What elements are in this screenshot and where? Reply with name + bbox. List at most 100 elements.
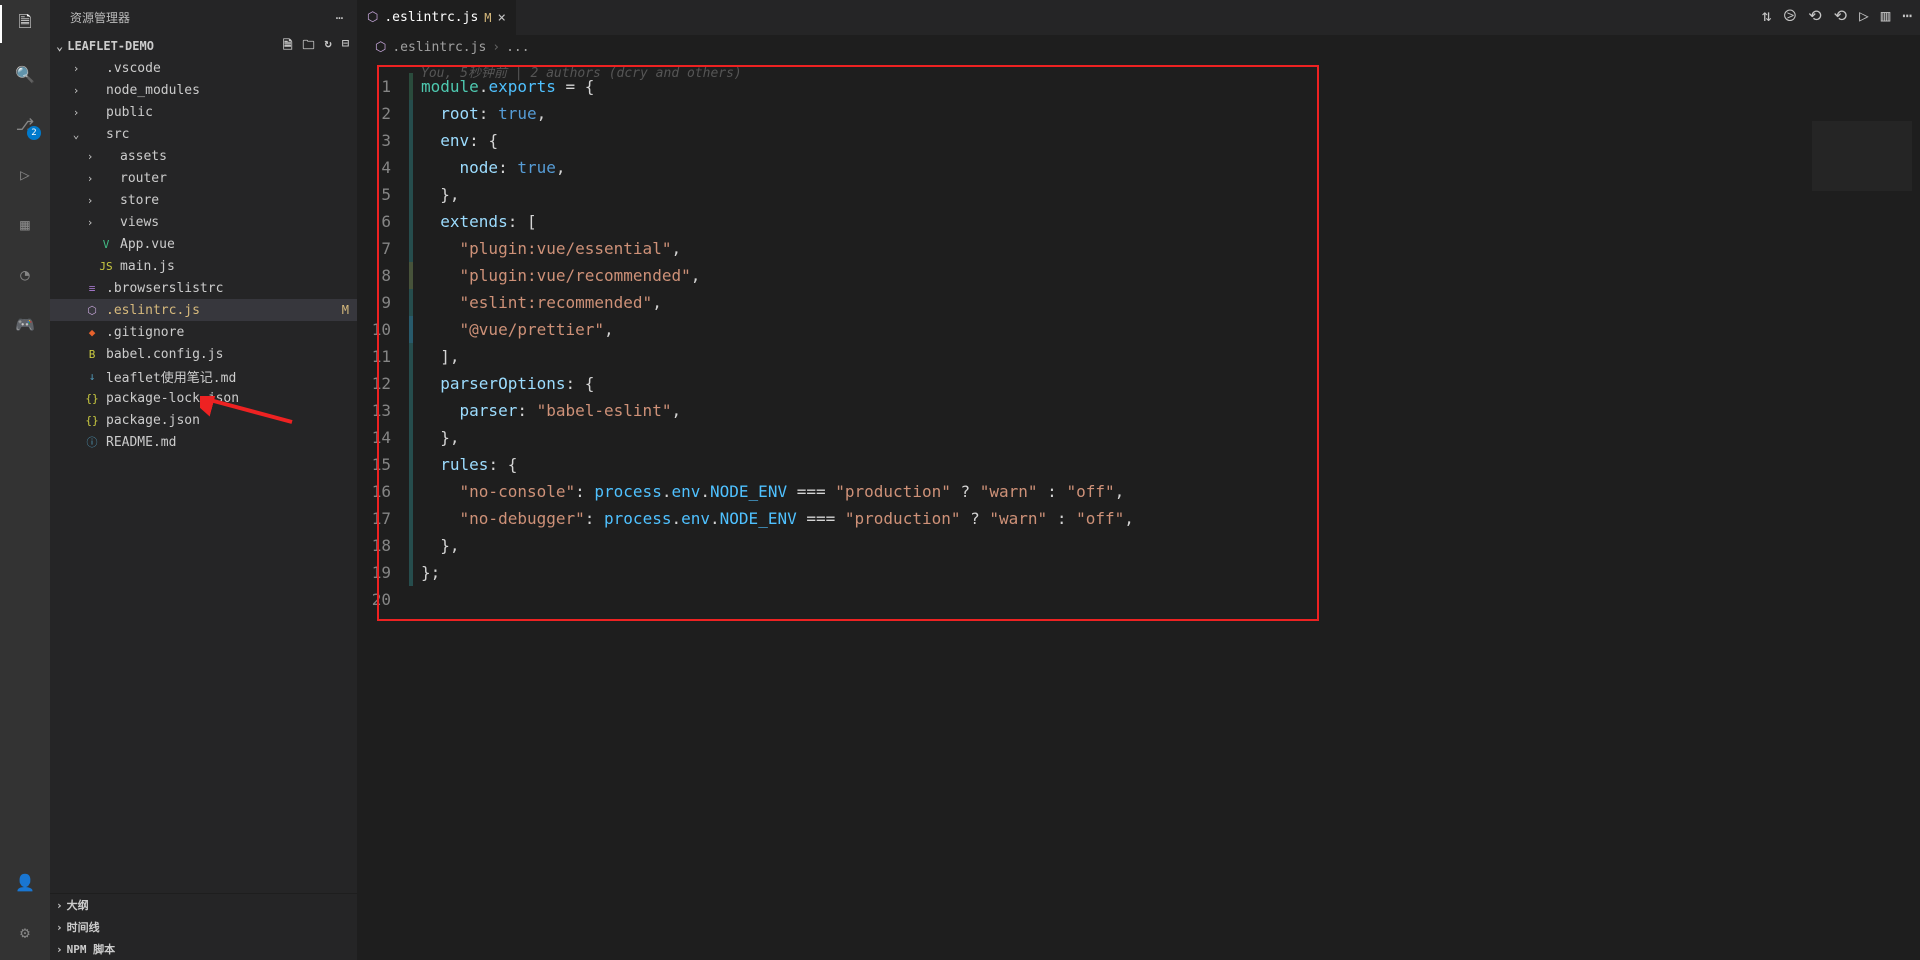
tree-folder[interactable]: ⌄src	[50, 123, 357, 145]
blame-mark	[409, 370, 413, 397]
new-file-icon[interactable]: 🗎	[283, 36, 293, 57]
close-icon[interactable]: ×	[498, 10, 506, 26]
tree-file[interactable]: ◆ .gitignore	[50, 321, 357, 343]
code-line[interactable]: },	[421, 424, 1134, 451]
chevron-right-icon: ›	[84, 172, 96, 185]
tree-file[interactable]: ≡.browserslistrc	[50, 277, 357, 299]
blame-mark	[409, 316, 413, 343]
code-line[interactable]: root: true,	[421, 100, 1134, 127]
tree-folder[interactable]: ›public	[50, 101, 357, 123]
extensions-icon[interactable]: ▦	[11, 210, 39, 238]
tree-folder[interactable]: ›store	[50, 189, 357, 211]
code-line[interactable]	[421, 586, 1134, 613]
tree-folder[interactable]: ›node_modules	[50, 79, 357, 101]
tree-item-label: .eslintrc.js	[106, 303, 338, 318]
file-icon: ⬡	[367, 10, 378, 25]
code-line[interactable]: "no-debugger": process.env.NODE_ENV === …	[421, 505, 1134, 532]
tree-file[interactable]: JSmain.js	[50, 255, 357, 277]
git-compare-icon[interactable]: ⇅	[1762, 6, 1772, 26]
gitlens-annotation[interactable]: You, 5秒钟前 | 2 authors (dcry and others)	[421, 62, 742, 81]
sidebar-section[interactable]: ›大纲	[50, 894, 357, 916]
tree-file[interactable]: ↓leaflet使用笔记.md	[50, 365, 357, 387]
code-line[interactable]: "plugin:vue/essential",	[421, 235, 1134, 262]
refresh-icon[interactable]: ↻	[325, 36, 332, 57]
explorer-icon[interactable]: 🗎	[11, 10, 39, 38]
project-header[interactable]: ⌄ LEAFLET-DEMO 🗎 🗀 ↻ ⊟	[50, 35, 357, 57]
code-line[interactable]: "plugin:vue/recommended",	[421, 262, 1134, 289]
project-actions: 🗎 🗀 ↻ ⊟	[283, 36, 349, 57]
tree-file[interactable]: Bbabel.config.js	[50, 343, 357, 365]
tree-item-label: store	[120, 193, 349, 208]
code-line[interactable]: extends: [	[421, 208, 1134, 235]
code-content[interactable]: module.exports = { root: true, env: { no…	[421, 73, 1134, 613]
tree-file[interactable]: {}package-lock.json	[50, 387, 357, 409]
line-number: 4	[357, 154, 409, 181]
code-line[interactable]: "no-console": process.env.NODE_ENV === "…	[421, 478, 1134, 505]
search-icon[interactable]: 🔍	[11, 60, 39, 88]
sidebar-section[interactable]: ›时间线	[50, 916, 357, 938]
file-icon: {}	[84, 414, 100, 427]
file-icon: ◆	[84, 326, 100, 339]
chevron-down-icon: ⌄	[70, 128, 82, 141]
code-line[interactable]: },	[421, 532, 1134, 559]
code-editor[interactable]: You, 5秒钟前 | 2 authors (dcry and others) …	[357, 59, 1920, 960]
tree-file[interactable]: ⬡.eslintrc.jsM	[50, 299, 357, 321]
tree-folder[interactable]: ›assets	[50, 145, 357, 167]
account-icon[interactable]: 👤	[11, 868, 39, 896]
blame-mark	[409, 343, 413, 370]
tree-item-label: .gitignore	[106, 325, 349, 340]
gear-icon[interactable]: ⚙	[11, 918, 39, 946]
run-all-icon[interactable]: ▷	[1859, 6, 1869, 26]
tree-file[interactable]: VApp.vue	[50, 233, 357, 255]
editor-area: ⇅ ⧁ ⟲ ⟲ ▷ ▥ ⋯ ⬡.eslintrc.jsM× ⬡ .eslintrc.js ›…	[357, 0, 1920, 960]
chevron-down-icon: ⌄	[56, 39, 63, 53]
line-number: 16	[357, 478, 409, 505]
split-icon[interactable]: ▥	[1881, 6, 1891, 26]
sync-icon[interactable]: ⟲	[1834, 6, 1847, 26]
code-line[interactable]: },	[421, 181, 1134, 208]
breadcrumb[interactable]: ⬡ .eslintrc.js › ...	[357, 35, 1920, 59]
test-icon[interactable]: ◔	[11, 260, 39, 288]
line-number: 2	[357, 100, 409, 127]
blame-mark	[409, 127, 413, 154]
sync-icon[interactable]: ⟲	[1808, 6, 1821, 26]
line-number: 18	[357, 532, 409, 559]
title-actions: ⇅ ⧁ ⟲ ⟲ ▷ ▥ ⋯	[1762, 6, 1912, 26]
game-icon[interactable]: 🎮	[11, 310, 39, 338]
sidebar-section[interactable]: ›NPM 脚本	[50, 938, 357, 960]
code-line[interactable]: };	[421, 559, 1134, 586]
minimap[interactable]	[1812, 121, 1912, 191]
code-line[interactable]: env: {	[421, 127, 1134, 154]
tree-item-label: .browserslistrc	[106, 281, 349, 296]
source-control-icon[interactable]: ⎇2	[11, 110, 39, 138]
file-icon: B	[84, 348, 100, 361]
blame-mark	[409, 262, 413, 289]
tree-item-label: node_modules	[106, 83, 349, 98]
run-icon[interactable]: ⧁	[1783, 6, 1796, 26]
code-line[interactable]: parserOptions: {	[421, 370, 1134, 397]
code-line[interactable]: "eslint:recommended",	[421, 289, 1134, 316]
blame-mark	[409, 73, 413, 100]
tree-file[interactable]: ⓘREADME.md	[50, 431, 357, 453]
editor-tab[interactable]: ⬡.eslintrc.jsM×	[357, 0, 517, 35]
code-line[interactable]: node: true,	[421, 154, 1134, 181]
run-debug-icon[interactable]: ▷	[11, 160, 39, 188]
line-number: 11	[357, 343, 409, 370]
more-icon[interactable]: ⋯	[336, 11, 343, 25]
code-line[interactable]: "@vue/prettier",	[421, 316, 1134, 343]
tree-folder[interactable]: ›.vscode	[50, 57, 357, 79]
new-folder-icon[interactable]: 🗀	[303, 36, 315, 57]
line-number: 9	[357, 289, 409, 316]
sidebar: 资源管理器 ⋯ ⌄ LEAFLET-DEMO 🗎 🗀 ↻ ⊟ ›.vscode›…	[50, 0, 357, 960]
tree-item-label: README.md	[106, 435, 349, 450]
tree-file[interactable]: {}package.json	[50, 409, 357, 431]
tree-folder[interactable]: ›router	[50, 167, 357, 189]
section-label: NPM 脚本	[67, 941, 116, 957]
file-icon: JS	[98, 260, 114, 273]
code-line[interactable]: parser: "babel-eslint",	[421, 397, 1134, 424]
code-line[interactable]: ],	[421, 343, 1134, 370]
code-line[interactable]: rules: {	[421, 451, 1134, 478]
tree-folder[interactable]: ›views	[50, 211, 357, 233]
collapse-icon[interactable]: ⊟	[342, 36, 349, 57]
more-icon[interactable]: ⋯	[1902, 6, 1912, 26]
